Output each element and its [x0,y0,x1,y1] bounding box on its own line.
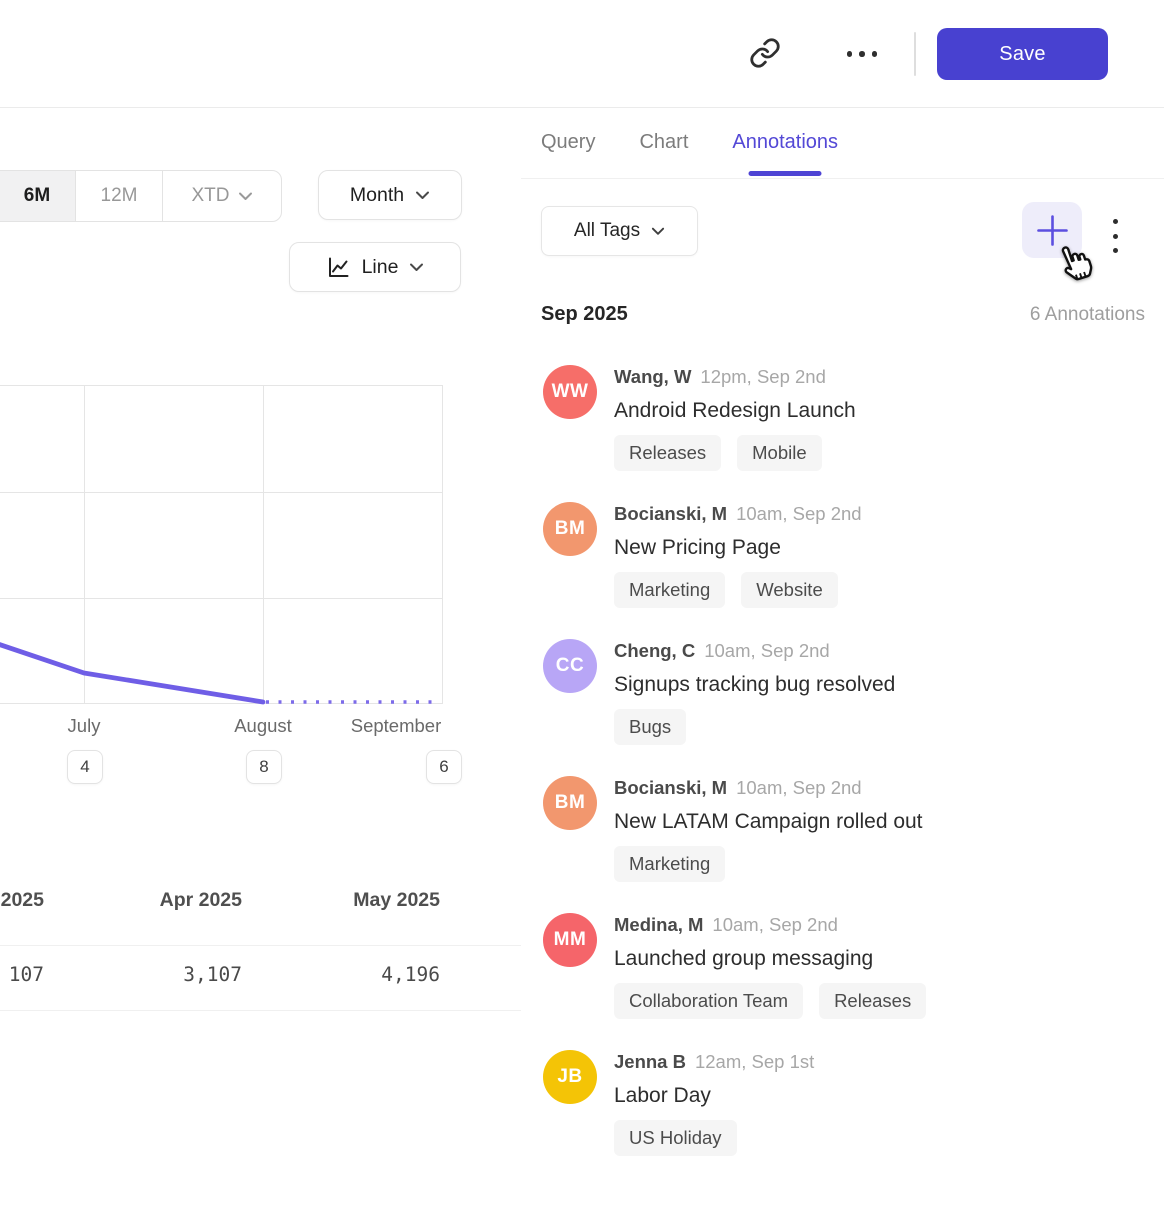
tag-pill[interactable]: Collaboration Team [614,983,803,1019]
gridline [0,703,443,704]
chevron-down-icon [238,191,253,201]
plus-icon [1037,215,1068,246]
active-tab-underline [749,171,822,176]
table-header-cell: May 2025 [242,889,440,912]
tag-pill[interactable]: Mobile [737,435,822,471]
tag-pill[interactable]: US Holiday [614,1120,737,1156]
annotation-title: Labor Day [614,1079,814,1113]
panel-tabs: Query Chart Annotations [521,107,1164,179]
list-item[interactable]: MM Medina, M 10am, Sep 2nd Launched grou… [543,913,1164,1019]
tab-annotations[interactable]: Annotations [732,107,838,178]
author-name: Bocianski, M [614,777,727,799]
tag-pill[interactable]: Releases [819,983,926,1019]
timestamp: 10am, Sep 2nd [704,640,829,662]
tab-query[interactable]: Query [541,107,595,178]
tag-pill[interactable]: Website [741,572,838,608]
gridline [0,598,443,599]
annotation-title: New LATAM Campaign rolled out [614,805,923,839]
author-name: Cheng, C [614,640,695,662]
table-divider [0,1010,521,1011]
table-header-cell: 2025 [0,889,44,912]
annotation-count-badge[interactable]: 4 [67,750,103,784]
timestamp: 10am, Sep 2nd [736,503,861,525]
list-item[interactable]: CC Cheng, C 10am, Sep 2nd Signups tracki… [543,639,1164,745]
list-item[interactable]: WW Wang, W 12pm, Sep 2nd Android Redesig… [543,365,1164,471]
range-12m-button[interactable]: 12M [75,171,162,221]
annotation-title: Launched group messaging [614,942,926,976]
chart-type-dropdown[interactable]: Line [289,242,461,292]
gridline [263,385,264,703]
annotation-title: Signups tracking bug resolved [614,668,895,702]
annotation-title: Android Redesign Launch [614,394,856,428]
tag-filter-dropdown[interactable]: All Tags [541,206,698,256]
table-header-cell: Apr 2025 [44,889,242,912]
line-chart-icon [326,255,351,280]
chevron-down-icon [415,190,430,200]
ellipsis-icon [847,51,853,57]
avatar: CC [543,639,597,693]
annotations-panel: Query Chart Annotations All Tags Sep 202… [521,107,1164,1232]
chevron-down-icon [409,262,424,272]
month-heading: Sep 2025 [541,303,628,326]
metric-line-series [0,377,454,713]
date-range-segmented-control: 6M 12M XTD [0,170,282,222]
x-axis-label: July [24,715,144,737]
tag-pill[interactable]: Releases [614,435,721,471]
tab-chart[interactable]: Chart [639,107,688,178]
annotation-count-badge[interactable]: 8 [246,750,282,784]
month-group-header: Sep 2025 6 Annotations [541,303,1145,326]
annotation-list: WW Wang, W 12pm, Sep 2nd Android Redesig… [543,365,1164,1187]
author-name: Jenna B [614,1051,686,1073]
tag-pill[interactable]: Marketing [614,572,725,608]
list-item[interactable]: JB Jenna B 12am, Sep 1st Labor Day US Ho… [543,1050,1164,1156]
list-item[interactable]: BM Bocianski, M 10am, Sep 2nd New Pricin… [543,502,1164,608]
range-6m-button[interactable]: 6M [0,171,75,221]
copy-link-button[interactable] [746,35,784,73]
save-button[interactable]: Save [937,28,1108,80]
range-xtd-button[interactable]: XTD [162,171,281,221]
timestamp: 10am, Sep 2nd [736,777,861,799]
timestamp: 10am, Sep 2nd [712,914,837,936]
tag-pill[interactable]: Marketing [614,846,725,882]
link-icon [749,37,781,72]
table-divider [0,945,521,946]
x-axis-label: September [336,715,456,737]
gridline [84,385,85,703]
avatar: JB [543,1050,597,1104]
table-value-cell: 3,107 [44,963,242,986]
timestamp: 12am, Sep 1st [695,1051,814,1073]
more-options-button[interactable] [840,40,884,68]
gridline [442,385,443,703]
top-bar: Save [0,0,1164,108]
avatar: MM [543,913,597,967]
author-name: Medina, M [614,914,703,936]
avatar: WW [543,365,597,419]
annotation-count: 6 Annotations [1030,304,1145,326]
table-value-cell: 4,196 [242,963,440,986]
list-item[interactable]: BM Bocianski, M 10am, Sep 2nd New LATAM … [543,776,1164,882]
avatar: BM [543,502,597,556]
annotation-title: New Pricing Page [614,531,862,565]
annotations-menu-button[interactable] [1109,219,1121,253]
timestamp: 12pm, Sep 2nd [700,366,825,388]
table-value-cell: 107 [0,963,44,986]
gridline [0,492,443,493]
author-name: Wang, W [614,366,691,388]
chart-panel: 6M 12M XTD Month Line July August Septem… [0,107,522,1232]
annotation-count-badge[interactable]: 6 [426,750,462,784]
kebab-icon [1113,219,1118,224]
tag-pill[interactable]: Bugs [614,709,686,745]
add-annotation-button[interactable] [1022,202,1082,258]
granularity-dropdown[interactable]: Month [318,170,462,220]
author-name: Bocianski, M [614,503,727,525]
chevron-down-icon [651,226,665,236]
header-divider [914,32,916,76]
avatar: BM [543,776,597,830]
x-axis-label: August [203,715,323,737]
gridline [0,385,443,386]
